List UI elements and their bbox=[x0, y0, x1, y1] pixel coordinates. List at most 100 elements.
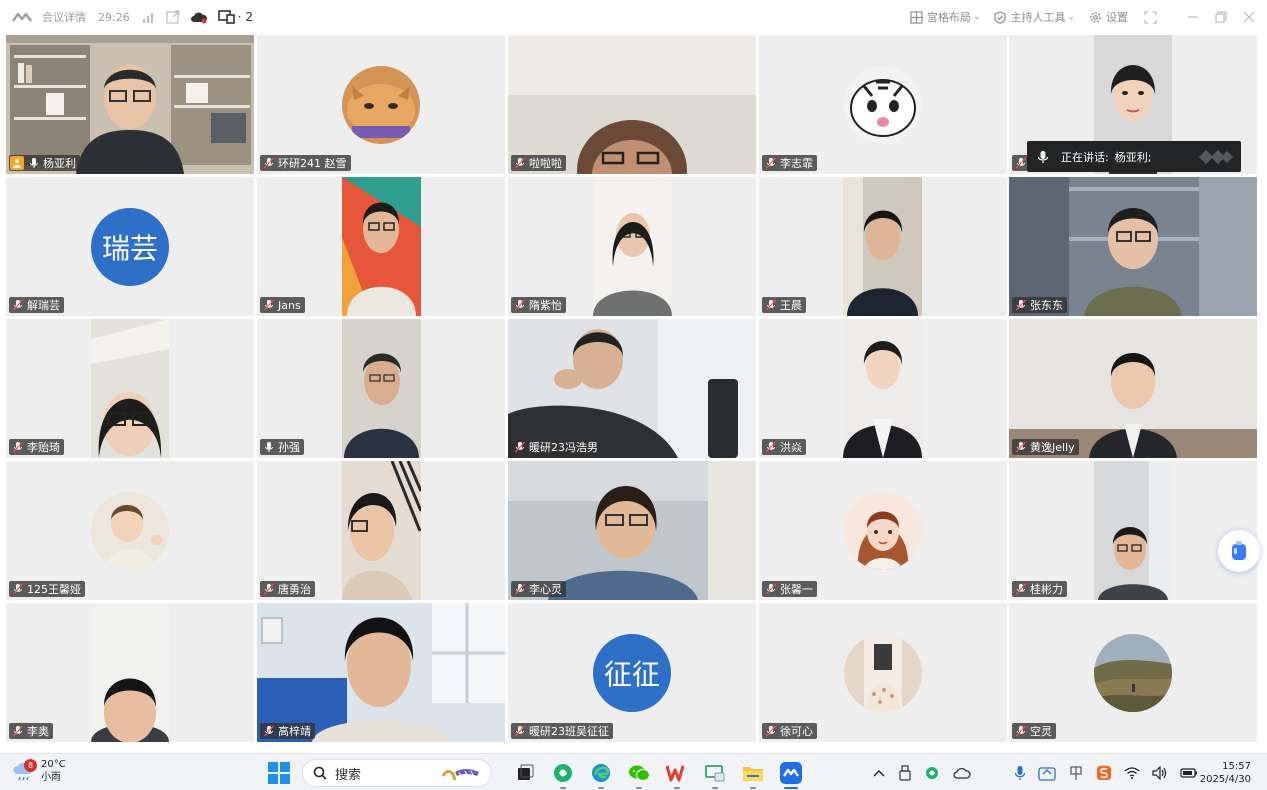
microphone-muted-icon bbox=[264, 299, 274, 311]
participant-tile[interactable]: 环研241 赵雪 bbox=[257, 35, 505, 174]
chevron-up-icon[interactable] bbox=[873, 769, 885, 777]
windows-taskbar: 8 20°C 小雨 搜索 15:57 2025/4/30 bbox=[0, 753, 1267, 790]
cup-icon bbox=[1232, 541, 1246, 560]
participant-tile[interactable]: 洪焱 bbox=[759, 319, 1007, 458]
file-explorer-icon[interactable] bbox=[742, 762, 764, 789]
participant-name: 桂彬力 bbox=[1030, 583, 1063, 596]
volume-icon[interactable] bbox=[1152, 766, 1168, 780]
wifi-icon[interactable] bbox=[1124, 767, 1140, 779]
battery-icon[interactable] bbox=[1180, 767, 1198, 779]
participant-name-tag: 李奥 bbox=[9, 723, 53, 739]
floating-assistant-button[interactable] bbox=[1218, 530, 1260, 572]
host-badge-icon bbox=[10, 156, 24, 170]
participant-name: 空灵 bbox=[1030, 725, 1052, 738]
task-view-icon[interactable] bbox=[514, 762, 536, 784]
grid-layout-button[interactable]: 宫格布局 ⌄ bbox=[910, 9, 980, 25]
close-icon[interactable] bbox=[1243, 11, 1255, 23]
speaking-name: 杨亚利; bbox=[1114, 150, 1152, 164]
participant-name: 环研241 赵雪 bbox=[278, 157, 347, 170]
microphone-muted-icon bbox=[515, 583, 525, 595]
participant-name-tag: 李心灵 bbox=[511, 581, 566, 597]
participant-avatar bbox=[91, 492, 169, 570]
participant-name-tag: Jans bbox=[260, 297, 305, 313]
participant-tile[interactable]: Jans bbox=[257, 177, 505, 316]
participant-tile[interactable]: 125王馨娅 bbox=[6, 461, 254, 600]
share-screen-icon[interactable] bbox=[166, 10, 180, 24]
remote-desktop-icon[interactable] bbox=[704, 762, 726, 789]
participant-video bbox=[508, 319, 756, 458]
participant-name: 隋紫怡 bbox=[529, 299, 562, 312]
participant-tile[interactable]: 李奥 bbox=[6, 603, 254, 742]
edge-browser-icon[interactable] bbox=[590, 762, 612, 789]
participant-name-tag: 解瑞芸 bbox=[9, 297, 64, 313]
title-bar: 会议详情 29:26 · 2 宫格布局 ⌄ 主持人工具 ⌄ 设置 bbox=[0, 0, 1267, 34]
device-count: · 2 bbox=[237, 10, 253, 24]
participant-name: 高梓靖 bbox=[278, 725, 311, 738]
minimize-icon[interactable] bbox=[1187, 11, 1199, 23]
language-zh-icon[interactable] bbox=[1068, 765, 1084, 781]
participant-name-tag: 洪焱 bbox=[762, 439, 806, 455]
participant-tile[interactable]: 黄逸Jelly bbox=[1009, 319, 1257, 458]
participant-tile[interactable]: 李心灵 bbox=[508, 461, 756, 600]
participant-tile[interactable]: 高梓靖 bbox=[257, 603, 505, 742]
participant-avatar bbox=[1094, 634, 1172, 712]
wechat-icon[interactable] bbox=[628, 762, 650, 789]
participant-tile[interactable]: 暖研23冯浩男 bbox=[508, 319, 756, 458]
input-method-icon[interactable] bbox=[1038, 765, 1056, 781]
microphone-muted-icon bbox=[515, 725, 525, 737]
wps-office-icon[interactable] bbox=[666, 762, 688, 789]
participant-avatar bbox=[844, 66, 922, 144]
taskbar-clock[interactable]: 15:57 2025/4/30 bbox=[1200, 760, 1251, 786]
onedrive-cloud-icon[interactable] bbox=[953, 767, 971, 779]
participant-tile[interactable]: 张馨一 bbox=[759, 461, 1007, 600]
participant-avatar: 瑞芸 bbox=[91, 208, 169, 286]
cloud-recording-icon[interactable] bbox=[190, 10, 208, 24]
participant-avatar: 征征 bbox=[593, 634, 671, 712]
participant-video bbox=[843, 319, 922, 458]
participant-tile[interactable]: 张东东 bbox=[1009, 177, 1257, 316]
participant-video bbox=[843, 177, 922, 316]
participant-video bbox=[593, 177, 672, 316]
microphone-muted-icon bbox=[515, 157, 525, 169]
host-tools-button[interactable]: 主持人工具 ⌄ bbox=[994, 9, 1075, 25]
green-tray-app-icon[interactable] bbox=[925, 766, 939, 780]
weather-widget[interactable]: 8 20°C 小雨 bbox=[12, 758, 66, 784]
restore-icon[interactable] bbox=[1215, 11, 1227, 23]
participant-name-tag: 唐勇治 bbox=[260, 581, 315, 597]
microphone-tray-icon[interactable] bbox=[1014, 765, 1026, 781]
participant-name-tag: 李志霏 bbox=[762, 155, 817, 171]
fullscreen-icon[interactable] bbox=[1144, 10, 1157, 24]
windows-start-icon[interactable] bbox=[268, 762, 290, 784]
participant-tile[interactable]: 徐可心 bbox=[759, 603, 1007, 742]
device-indicator[interactable]: · 2 bbox=[217, 10, 253, 24]
search-icon bbox=[313, 766, 327, 780]
participant-tile[interactable]: 孙强 bbox=[257, 319, 505, 458]
green-app-icon[interactable] bbox=[552, 762, 574, 789]
participant-name: 解瑞芸 bbox=[27, 299, 60, 312]
participant-name-tag: 孙强 bbox=[260, 439, 304, 455]
participant-tile-yang-yali[interactable]: 杨亚利 bbox=[6, 35, 254, 174]
participant-tile[interactable]: 瑞芸 解瑞芸 bbox=[6, 177, 254, 316]
participant-tile[interactable]: 李贻琦 bbox=[6, 319, 254, 458]
clock-time: 15:57 bbox=[1222, 761, 1251, 772]
participant-tile[interactable]: 桂彬力 bbox=[1009, 461, 1257, 600]
participant-video bbox=[1094, 461, 1172, 600]
settings-button[interactable]: 设置 bbox=[1089, 9, 1128, 25]
network-signal-icon[interactable] bbox=[142, 11, 156, 23]
participant-video bbox=[508, 461, 756, 600]
participant-tile[interactable]: 李志霏 bbox=[759, 35, 1007, 174]
participant-tile[interactable]: 唐勇治 bbox=[257, 461, 505, 600]
participant-tile[interactable]: 隋紫怡 bbox=[508, 177, 756, 316]
participant-tile[interactable]: 征征 暖研23班吴征征 bbox=[508, 603, 756, 742]
microphone-muted-icon bbox=[1016, 725, 1026, 737]
sogou-input-icon[interactable] bbox=[1096, 765, 1112, 781]
participant-tile[interactable]: 空灵 bbox=[1009, 603, 1257, 742]
usb-device-icon[interactable] bbox=[899, 765, 911, 781]
microphone-muted-icon bbox=[766, 157, 776, 169]
participant-tile[interactable]: 王晨 bbox=[759, 177, 1007, 316]
participant-tile[interactable]: 啦啦啦 bbox=[508, 35, 756, 174]
tencent-meeting-app-icon[interactable] bbox=[780, 762, 802, 789]
participant-name-tag: 高梓靖 bbox=[260, 723, 315, 739]
meeting-details-link[interactable]: 会议详情 bbox=[42, 9, 86, 25]
taskbar-search[interactable]: 搜索 bbox=[302, 759, 492, 787]
